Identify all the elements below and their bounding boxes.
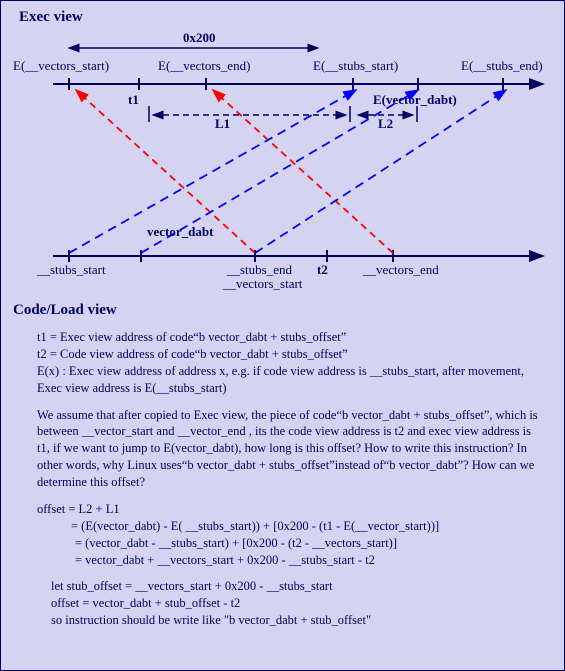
p2: We assume that after copied to Exec view… — [37, 407, 544, 491]
section-title-code: Code/Load view — [13, 302, 552, 319]
lbl-e-stubs-start: E(__stubs_start) — [313, 58, 398, 73]
lbl-vector-dabt: vector_dabt — [147, 224, 214, 239]
text-body: t1 = Exec view address of code“b vector_… — [37, 329, 544, 629]
p4: let stub_offset = __vectors_start + 0x20… — [51, 578, 544, 629]
eq-block: offset = L2 + L1 = (E(vector_dabt) - E( … — [37, 501, 544, 569]
p1: t1 = Exec view address of code“b vector_… — [37, 329, 544, 397]
lbl-l1: L1 — [215, 116, 230, 131]
p4-a: let stub_offset = __vectors_start + 0x20… — [51, 579, 333, 593]
p1-a: t1 = Exec view address of code“b vector_… — [37, 330, 346, 344]
page: Exec view 0x200 E(__vector — [0, 0, 565, 671]
lbl-t1: t1 — [128, 92, 139, 107]
diagram: 0x200 E(__vectors_start) E(__vectors_end… — [13, 28, 552, 298]
p1-c: E(x) : Exec view address of address x, e… — [37, 364, 524, 395]
lbl-vectors-end: __vectors_end — [362, 262, 439, 277]
eq4: = vector_dabt + __vectors_start + 0x200 … — [75, 553, 375, 567]
p1-b: t2 = Code view address of code“b vector_… — [37, 347, 348, 361]
eq1: offset = L2 + L1 — [37, 502, 120, 516]
lbl-vectors-start: __vectors_start — [222, 276, 303, 291]
p4-b: offset = vector_dabt + stub_offset - t2 — [51, 596, 240, 610]
lbl-stubs-start: __stubs_start — [36, 262, 106, 277]
diagram-svg: 0x200 E(__vectors_start) E(__vectors_end… — [13, 28, 553, 298]
eq3: = (vector_dabt - __stubs_start) + [0x200… — [75, 536, 397, 550]
lbl-e-stubs-end: E(__stubs_end) — [461, 58, 543, 73]
lbl-t2: t2 — [317, 262, 328, 277]
blue-arrow-vd — [141, 90, 418, 253]
lbl-e-vectors-start: E(__vectors_start) — [13, 58, 109, 73]
p4-c: so instruction should be write like "b v… — [51, 613, 371, 627]
eq2: = (E(vector_dabt) - E( __stubs_start)) +… — [71, 519, 439, 533]
range-label: 0x200 — [183, 30, 216, 45]
lbl-stubs-end: __stubs_end — [226, 262, 293, 277]
section-title-exec: Exec view — [19, 9, 552, 26]
lbl-l2: L2 — [378, 116, 393, 131]
lbl-e-vectors-end: E(__vectors_end) — [158, 58, 250, 73]
lbl-e-vector-dabt: E(vector_dabt) — [373, 92, 457, 107]
